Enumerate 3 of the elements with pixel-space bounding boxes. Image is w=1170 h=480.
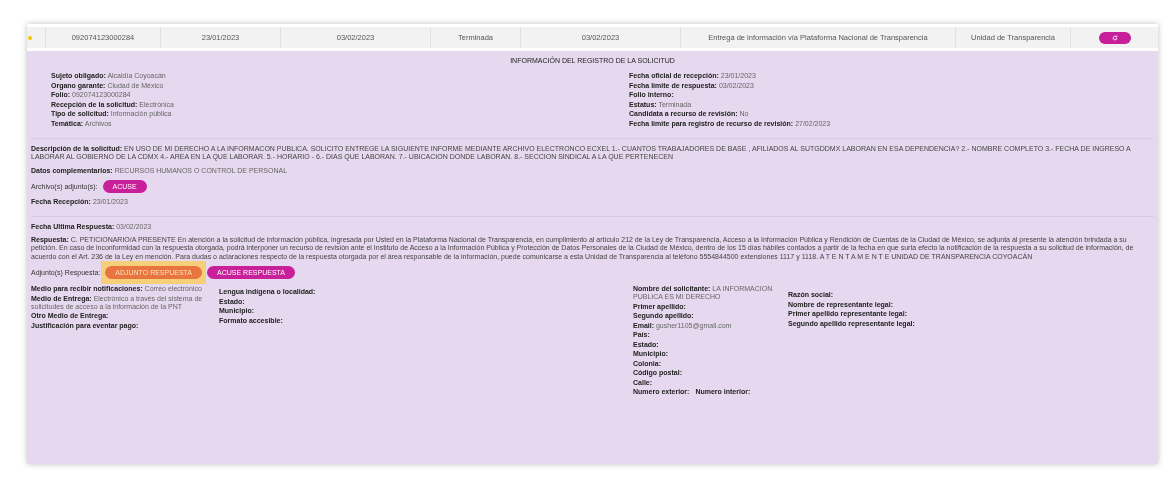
refresh-button[interactable] [1098,31,1131,44]
status-dot [28,35,32,40]
refresh-icon [1111,34,1118,41]
